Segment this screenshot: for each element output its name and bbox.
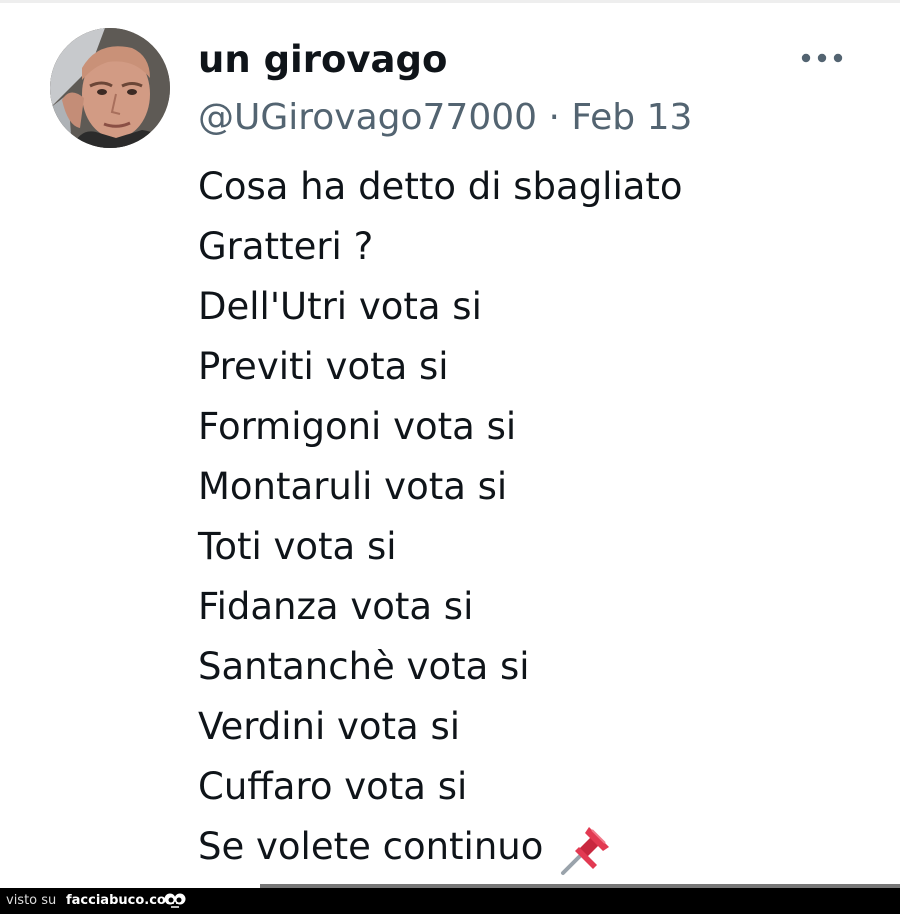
tweet-line: Previti vota si — [198, 345, 449, 388]
tweet-line: Formigoni vota si — [198, 405, 517, 448]
eyes-logo-icon — [163, 891, 187, 909]
tweet-text: Cosa ha detto di sbagliato Gratteri ? De… — [198, 158, 878, 878]
top-divider — [0, 0, 900, 3]
pushpin-icon — [559, 821, 615, 877]
watermark-bar: visto su facciabuco.com — [0, 888, 900, 914]
tweet-line: Fidanza vota si — [198, 585, 474, 628]
meta-separator: · — [548, 97, 560, 138]
author-display-name[interactable]: un girovago — [198, 36, 447, 84]
tweet-line: Gratteri ? — [198, 225, 374, 268]
ellipsis-icon[interactable] — [796, 44, 848, 72]
tweet-line: Montaruli vota si — [198, 465, 508, 508]
tweet-date[interactable]: Feb 13 — [571, 97, 692, 138]
tweet-line: Cosa ha detto di sbagliato — [198, 165, 683, 208]
author-handle[interactable]: @UGirovago77000 — [198, 97, 537, 138]
tweet-line: Verdini vota si — [198, 705, 461, 748]
visto-su-label: visto su — [6, 893, 57, 908]
tweet-line-last: Se volete continuo — [198, 818, 878, 878]
profile-photo — [50, 28, 170, 148]
tweet-line: Santanchè vota si — [198, 645, 530, 688]
tweet-line: Cuffaro vota si — [198, 765, 468, 808]
tweet-line: Dell'Utri vota si — [198, 285, 482, 328]
tweet-line: Toti vota si — [198, 525, 397, 568]
avatar[interactable] — [50, 28, 170, 148]
tweet-line-text: Se volete continuo — [198, 825, 544, 868]
author-meta-row: @UGirovago77000 · Feb 13 — [198, 94, 692, 142]
